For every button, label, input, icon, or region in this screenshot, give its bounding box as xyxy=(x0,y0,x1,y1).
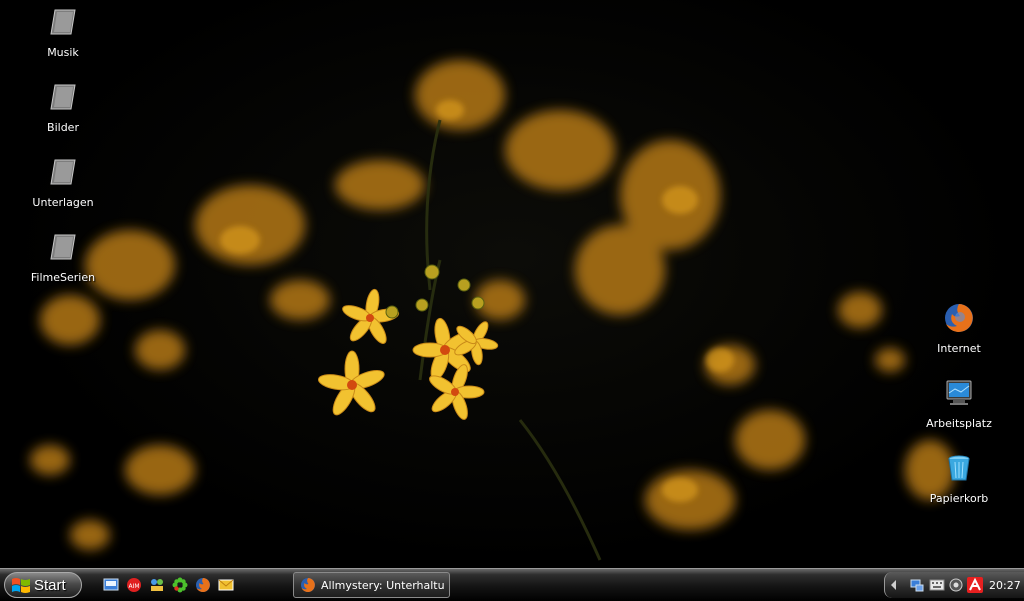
firefox-icon xyxy=(301,578,315,592)
start-button[interactable]: Start xyxy=(4,572,82,598)
shortcut-folder-icon xyxy=(50,84,76,110)
desktop-icon-label: FilmeSerien xyxy=(30,271,96,284)
show-desktop-icon[interactable] xyxy=(103,577,119,593)
computer-icon xyxy=(946,380,972,405)
desktop-icon-papierkorb[interactable]: Papierkorb xyxy=(921,452,997,505)
desktop-icon-musik[interactable]: Musik xyxy=(25,6,101,59)
taskbar: Start AIM Allmystery: Unterhaltu... 20:2… xyxy=(0,568,1024,601)
desktop-icon-filmeserien[interactable]: FilmeSerien xyxy=(25,231,101,284)
desktop-icon-label: Arbeitsplatz xyxy=(926,417,992,430)
shortcut-folder-icon xyxy=(50,159,76,185)
desktop-icon-label: Musik xyxy=(47,46,79,59)
desktop-icon-label: Papierkorb xyxy=(929,492,989,505)
firefox-icon[interactable] xyxy=(195,577,211,593)
aim-icon[interactable]: AIM xyxy=(126,577,142,593)
svg-text:AIM: AIM xyxy=(128,583,139,590)
network-connection-icon[interactable] xyxy=(909,577,925,593)
volume-icon[interactable] xyxy=(948,577,964,593)
desktop-icon-label: Unterlagen xyxy=(32,196,94,209)
desktop-icon-unterlagen[interactable]: Unterlagen xyxy=(25,156,101,209)
taskbar-window-title: Allmystery: Unterhaltu... xyxy=(321,579,445,592)
antivir-icon[interactable] xyxy=(967,577,983,593)
network-icon[interactable] xyxy=(149,577,165,593)
messenger-icon[interactable] xyxy=(218,577,234,593)
start-label: Start xyxy=(34,577,66,594)
chevron-left-icon[interactable] xyxy=(890,579,898,591)
taskbar-window-button[interactable]: Allmystery: Unterhaltu... xyxy=(293,572,450,598)
keyboard-icon[interactable] xyxy=(929,577,945,593)
desktop-icon-arbeitsplatz[interactable]: Arbeitsplatz xyxy=(921,377,997,430)
desktop: Musik Bilder Unterlagen FilmeSerien Inte… xyxy=(0,0,1024,568)
desktop-icon-bilder[interactable]: Bilder xyxy=(25,81,101,134)
firefox-icon xyxy=(945,304,973,332)
wallpaper-flowers xyxy=(30,60,955,561)
shortcut-folder-icon xyxy=(50,9,76,35)
windows-logo-icon xyxy=(12,578,30,593)
system-clock[interactable]: 20:27 xyxy=(989,579,1021,592)
system-tray: 20:27 xyxy=(884,572,1024,598)
desktop-icon-label: Internet xyxy=(937,342,981,355)
icq-icon[interactable] xyxy=(172,577,188,593)
recycle-bin-icon xyxy=(948,455,970,481)
desktop-icon-label: Bilder xyxy=(47,121,79,134)
desktop-icon-internet[interactable]: Internet xyxy=(921,302,997,355)
shortcut-folder-icon xyxy=(50,234,76,260)
